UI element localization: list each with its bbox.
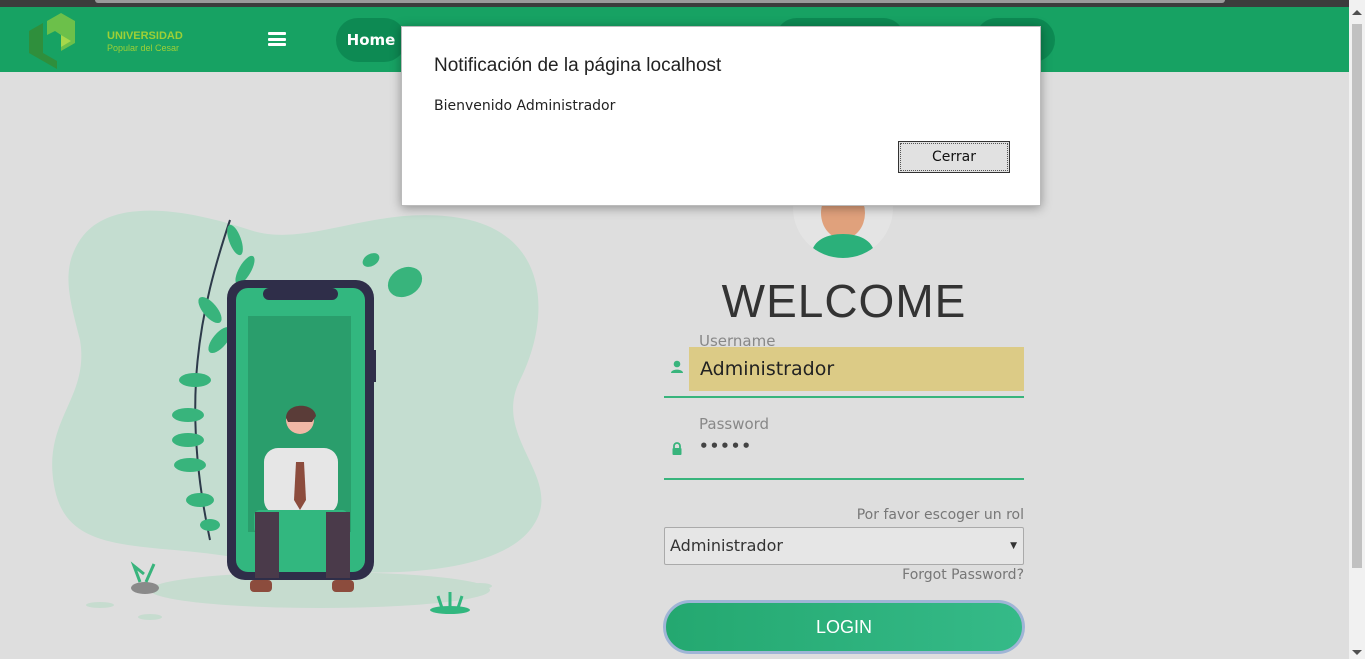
username-field[interactable]: Username Administrador bbox=[664, 332, 1024, 398]
logo-line2: Popular del Cesar bbox=[107, 43, 180, 53]
password-field[interactable]: Password ••••• bbox=[664, 415, 1024, 480]
welcome-heading: WELCOME bbox=[721, 275, 967, 327]
vertical-scrollbar[interactable] bbox=[1349, 0, 1365, 659]
scroll-up-icon[interactable] bbox=[1352, 10, 1362, 15]
role-select[interactable]: Administrador ▼ bbox=[664, 527, 1024, 565]
role-prompt: Por favor escoger un rol bbox=[856, 507, 1024, 523]
logo-line1: UNIVERSIDAD bbox=[107, 30, 183, 42]
chevron-down-icon: ▼ bbox=[1010, 541, 1017, 551]
logo-emblem-icon bbox=[29, 13, 75, 69]
forgot-password-link[interactable]: Forgot Password? bbox=[664, 567, 1024, 583]
scrollbar-thumb[interactable] bbox=[1352, 24, 1362, 568]
nav-home-button[interactable]: Home bbox=[336, 18, 406, 62]
close-button[interactable]: Cerrar bbox=[898, 141, 1010, 173]
logo-text: UNIVERSIDAD Popular del Cesar bbox=[107, 30, 183, 54]
lock-icon bbox=[672, 442, 682, 455]
scroll-down-icon[interactable] bbox=[1352, 650, 1362, 655]
login-button[interactable]: LOGIN bbox=[663, 600, 1025, 654]
address-bar-edge bbox=[95, 0, 1225, 3]
role-selected-value: Administrador bbox=[670, 536, 783, 555]
hamburger-icon[interactable] bbox=[268, 32, 286, 46]
university-logo[interactable]: UNIVERSIDAD Popular del Cesar bbox=[27, 13, 183, 69]
browser-top-strip bbox=[0, 0, 1349, 7]
password-input[interactable]: ••••• bbox=[699, 437, 752, 455]
username-input[interactable]: Administrador bbox=[689, 347, 1024, 391]
alert-dialog: Notificación de la página localhost Bien… bbox=[401, 26, 1041, 206]
user-icon bbox=[671, 360, 683, 373]
dialog-title: Notificación de la página localhost bbox=[434, 55, 722, 76]
dialog-message: Bienvenido Administrador bbox=[434, 98, 616, 114]
password-label: Password bbox=[699, 415, 770, 433]
phone-person-illustration bbox=[52, 210, 542, 620]
